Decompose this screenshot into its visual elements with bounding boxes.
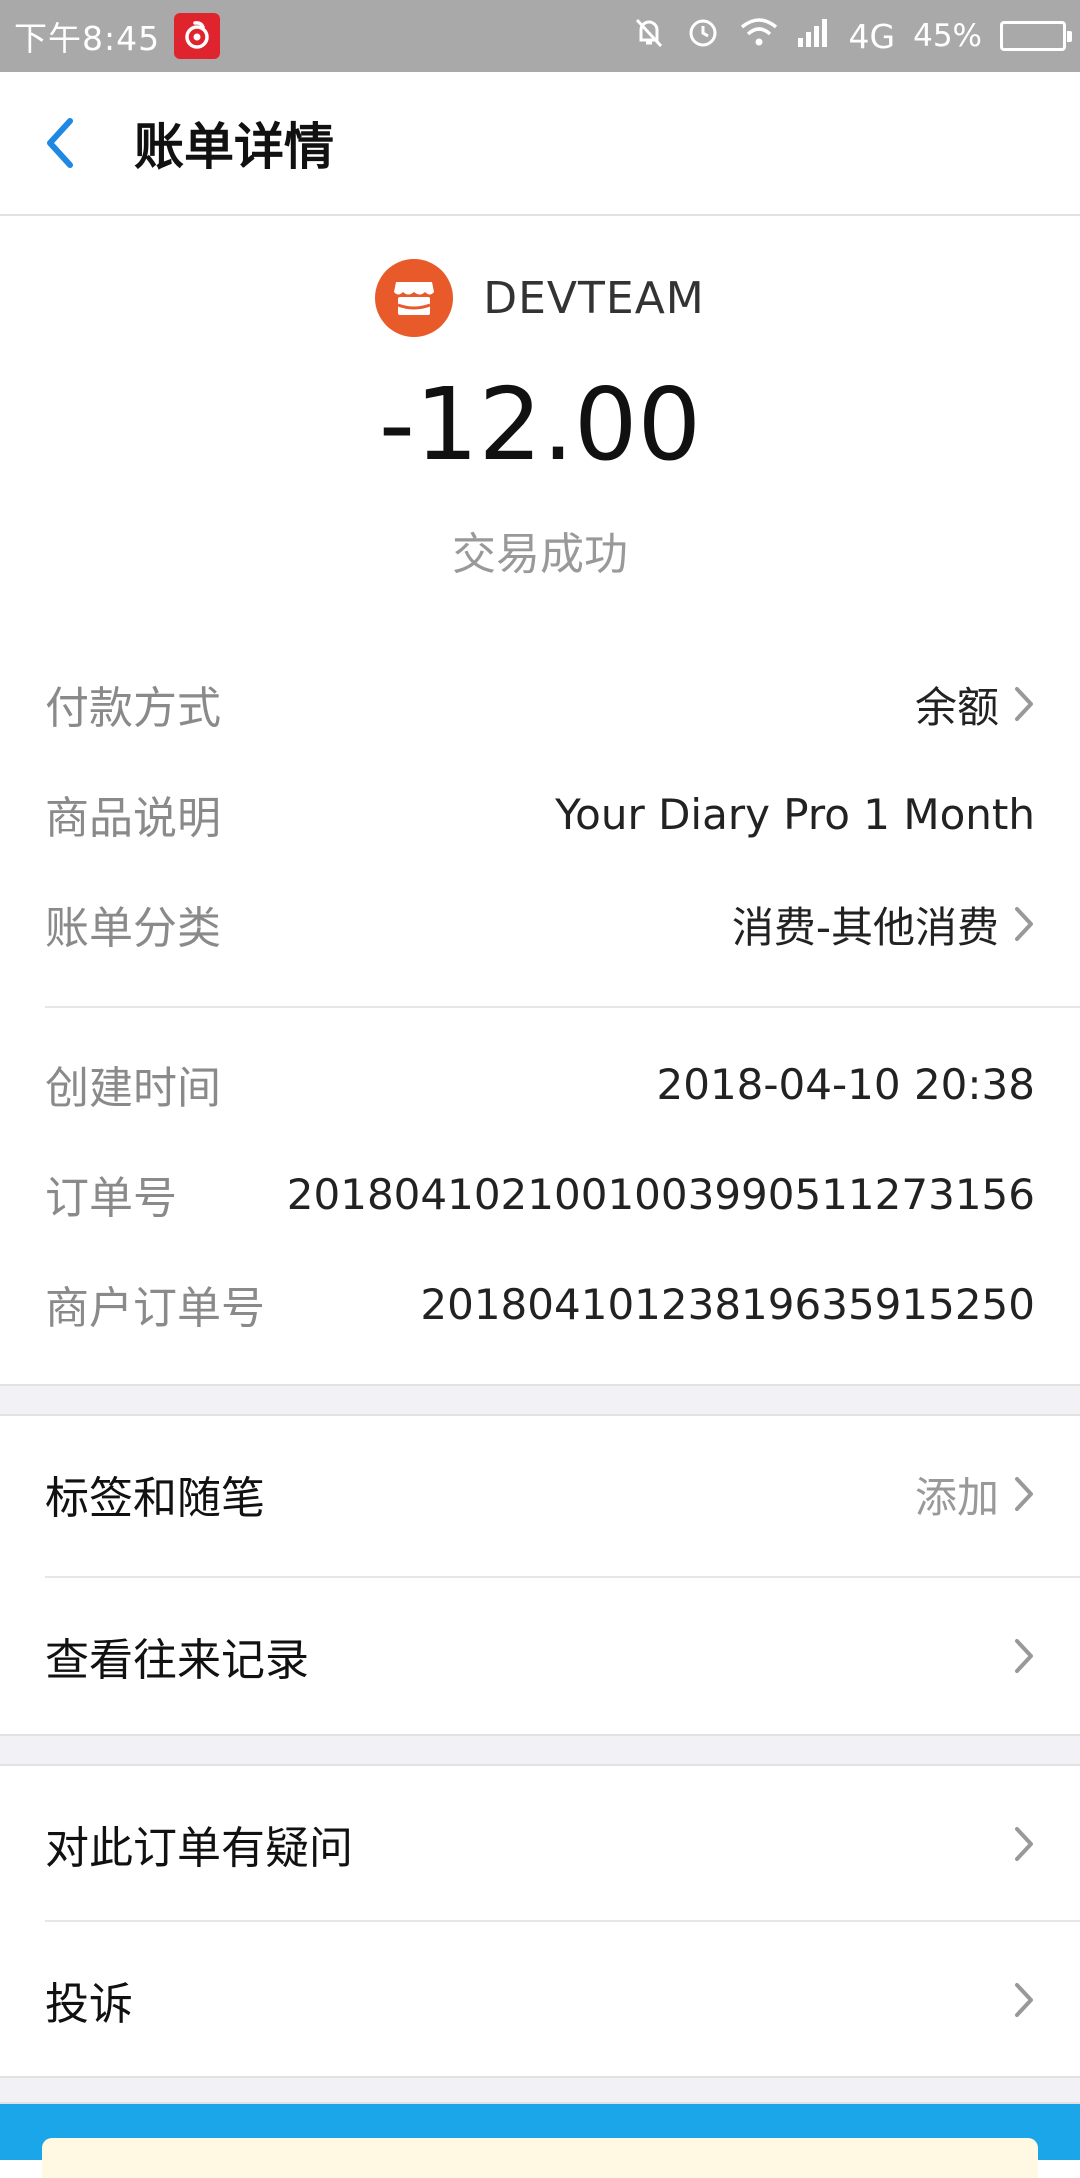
chevron-right-icon	[1013, 905, 1035, 943]
tags-notes-hint: 添加	[914, 1472, 999, 1522]
network-type: 4G	[848, 16, 896, 56]
status-bar: 下午8:45 4G 45%	[0, 0, 1080, 72]
battery-icon	[1000, 21, 1072, 51]
alarm-icon	[685, 14, 721, 58]
chevron-right-icon	[1013, 1475, 1035, 1513]
netease-music-icon	[174, 13, 221, 59]
trade-status: 交易成功	[452, 529, 628, 580]
page-title: 账单详情	[134, 118, 334, 176]
wifi-icon	[739, 15, 779, 57]
chevron-right-icon	[1013, 1981, 1035, 2019]
order-no-label: 订单号	[45, 1173, 177, 1224]
created-time-value: 2018-04-10 20:38	[656, 1059, 1035, 1109]
bill-amount: -12.00	[378, 366, 702, 483]
nav-bar: 账单详情	[0, 72, 1080, 216]
chevron-right-icon	[1013, 1825, 1035, 1863]
signal-icon	[797, 17, 831, 56]
history-row[interactable]: 查看往来记录	[0, 1578, 1080, 1734]
section-divider	[45, 1006, 1080, 1008]
merchant-order-no-row: 商户订单号 20180410123819635915250	[45, 1254, 1035, 1354]
category-label: 账单分类	[45, 903, 221, 954]
bottom-banner[interactable]	[0, 2104, 1080, 2178]
created-time-row: 创建时间 2018-04-10 20:38	[45, 1034, 1035, 1134]
product-desc-label: 商品说明	[45, 793, 221, 844]
product-desc-value: Your Diary Pro 1 Month	[555, 789, 1035, 839]
tags-notes-label: 标签和随笔	[45, 1473, 265, 1524]
payment-method-label: 付款方式	[45, 683, 221, 734]
back-chevron-icon	[47, 118, 73, 168]
status-icons: 4G 45%	[631, 14, 1072, 58]
status-time: 下午8:45	[14, 19, 161, 58]
merchant-order-no-value: 20180410123819635915250	[420, 1279, 1035, 1329]
order-no-row: 订单号 20180410210010039905112731​56	[45, 1144, 1035, 1244]
bill-summary: DEVTEAM -12.00 交易成功	[0, 218, 1080, 614]
back-button[interactable]	[0, 71, 120, 215]
chevron-right-icon	[1013, 1637, 1035, 1675]
battery-percent: 45%	[913, 18, 982, 54]
question-row[interactable]: 对此订单有疑问	[0, 1766, 1080, 1922]
section-gap	[0, 1734, 1080, 1766]
payment-method-row[interactable]: 付款方式 余额	[45, 654, 1035, 754]
complaint-label: 投诉	[45, 1979, 133, 2030]
created-time-label: 创建时间	[45, 1063, 221, 1114]
banner-card[interactable]	[42, 2138, 1038, 2178]
history-label: 查看往来记录	[45, 1635, 309, 1686]
section-gap	[0, 1384, 1080, 1416]
section-gap	[0, 2076, 1080, 2104]
merchant-order-no-label: 商户订单号	[45, 1283, 265, 1334]
merchant: DEVTEAM	[0, 258, 1080, 338]
store-icon	[375, 259, 454, 337]
payment-method-value: 余额	[914, 682, 999, 732]
product-desc-row: 商品说明 Your Diary Pro 1 Month	[45, 764, 1035, 864]
order-no-value: 20180410210010039905112731​56	[286, 1169, 1035, 1219]
tags-notes-row[interactable]: 标签和随笔 添加	[0, 1416, 1080, 1572]
question-label: 对此订单有疑问	[45, 1823, 353, 1874]
category-value: 消费-其他消费	[731, 902, 999, 952]
complaint-row[interactable]: 投诉	[0, 1922, 1080, 2078]
mute-bell-icon	[631, 14, 667, 58]
merchant-name: DEVTEAM	[483, 272, 705, 324]
category-row[interactable]: 账单分类 消费-其他消费	[45, 874, 1035, 974]
chevron-right-icon	[1013, 685, 1035, 723]
